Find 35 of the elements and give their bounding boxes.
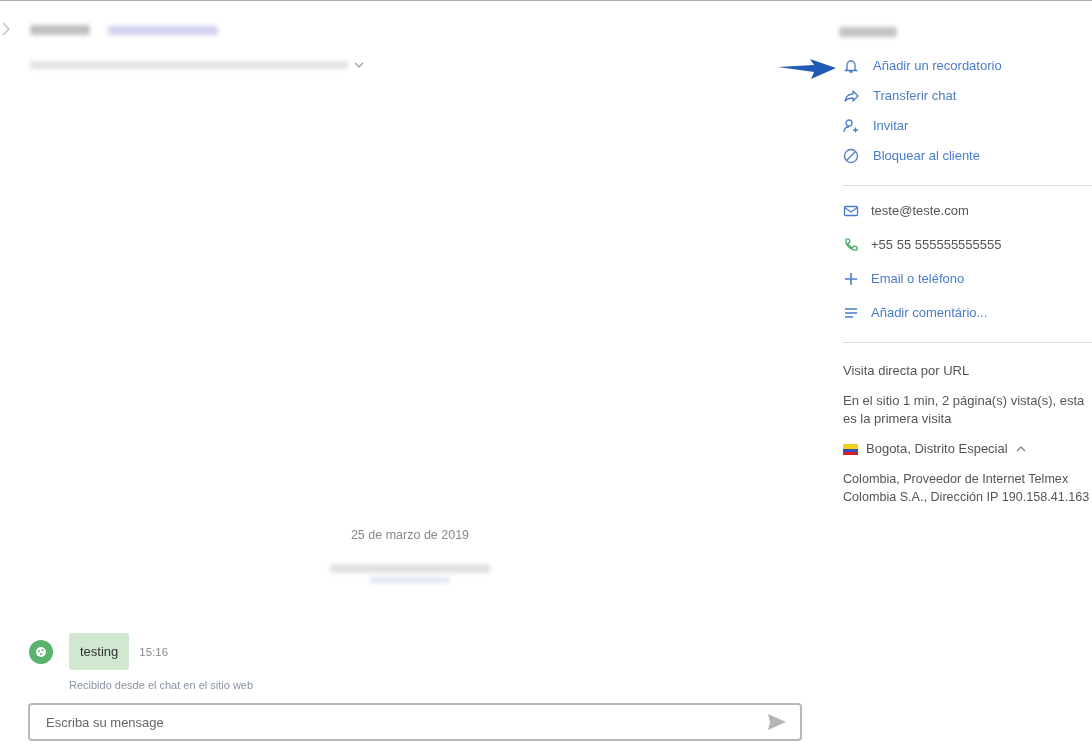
message-bubble: testing <box>69 633 130 670</box>
lines-icon <box>843 305 859 321</box>
contact-value: +55 55 555555555555 <box>871 236 1002 254</box>
caret-icon[interactable] <box>1015 446 1026 452</box>
envelope-icon <box>843 203 859 219</box>
flag-icon <box>843 443 858 455</box>
contact-value: teste@teste.com <box>871 202 969 220</box>
avatar <box>29 639 53 664</box>
blurred-name <box>30 25 90 35</box>
phone-icon <box>843 237 859 253</box>
blurred-name <box>839 27 897 37</box>
message-time: 15:16 <box>139 645 169 658</box>
location-text: Bogota, Distrito Especial <box>866 440 1008 458</box>
contact-link[interactable]: Email o teléfono <box>871 270 965 288</box>
message-box[interactable]: Escriba su mensage <box>28 703 802 741</box>
block-icon <box>843 148 859 164</box>
action-link[interactable]: Invitar <box>843 117 909 135</box>
bell-icon <box>843 58 859 74</box>
visit-referrer: Visita directa por URL <box>843 362 971 380</box>
action-link[interactable]: Bloquear al cliente <box>843 147 980 165</box>
person-add-icon <box>843 118 859 134</box>
visit-summary: En el sitio 1 min, 2 página(s) vista(s), esta es la primera visita <box>843 392 1086 428</box>
send-icon[interactable] <box>768 714 786 730</box>
contact-link[interactable]: Añadir comentário... <box>871 304 988 322</box>
message-source: Recibido desde el chat en el sitio web <box>69 679 255 691</box>
caret-icon[interactable] <box>354 62 364 68</box>
chevron-icon[interactable] <box>2 22 10 36</box>
action-link[interactable]: Transferir chat <box>843 87 957 105</box>
action-link[interactable]: Añadir un recordatorio <box>843 57 1002 75</box>
share-icon <box>843 88 859 104</box>
message-field[interactable]: Escriba su mensage <box>44 713 768 731</box>
location-details: Colombia S.A., Dirección IP 190.158.41.163 <box>843 489 1091 506</box>
date-separator: 25 de marzo de 2019 <box>350 528 470 542</box>
plus-icon <box>843 271 859 287</box>
location-details: Colombia, Proveedor de Internet Telmex <box>843 471 1070 488</box>
